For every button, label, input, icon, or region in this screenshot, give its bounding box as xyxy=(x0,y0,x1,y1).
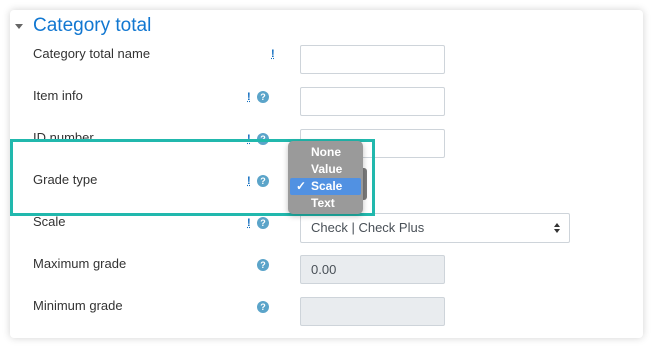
help-icon[interactable]: ? xyxy=(257,259,269,271)
help-icon[interactable]: ? xyxy=(257,91,269,103)
advanced-marker-icon: ! xyxy=(271,48,275,60)
grade-type-option-value[interactable]: Value xyxy=(290,161,361,178)
grade-type-option-none[interactable]: None xyxy=(290,144,361,161)
form-row-maximum-grade: Maximum grade ? 0.00 xyxy=(0,255,663,297)
option-label: Text xyxy=(311,196,335,210)
section-header-category-total[interactable]: Category total xyxy=(15,14,151,38)
select-arrows-icon xyxy=(554,221,560,235)
field-label-item-info: Item info xyxy=(33,88,83,103)
dropdown-edge xyxy=(363,168,367,200)
grade-type-option-text[interactable]: Text xyxy=(290,195,361,212)
form-row-category-total-name: Category total name ! xyxy=(0,45,663,87)
advanced-marker-icon: ! xyxy=(247,217,251,229)
form-row-minimum-grade: Minimum grade ? xyxy=(0,297,663,339)
item-info-input[interactable] xyxy=(300,87,445,116)
field-label-scale: Scale xyxy=(33,214,66,229)
advanced-marker-icon: ! xyxy=(247,91,251,103)
checkmark-icon: ✓ xyxy=(296,179,307,193)
grade-type-dropdown-menu[interactable]: None Value ✓ Scale Text xyxy=(288,141,363,214)
option-label: Value xyxy=(311,162,343,176)
maximum-grade-input[interactable]: 0.00 xyxy=(300,255,445,284)
form-row-scale: Scale ! ? Check | Check Plus xyxy=(0,213,663,255)
section-title: Category total xyxy=(33,15,152,36)
field-label-maximum-grade: Maximum grade xyxy=(33,256,127,271)
option-label: None xyxy=(311,145,341,159)
help-icon[interactable]: ? xyxy=(257,217,269,229)
field-label-category-total-name: Category total name xyxy=(33,46,151,61)
form-row-item-info: Item info ! ? xyxy=(0,87,663,129)
collapse-caret-icon[interactable] xyxy=(15,24,23,29)
minimum-grade-input[interactable] xyxy=(300,297,445,326)
grade-type-option-scale[interactable]: ✓ Scale xyxy=(290,178,361,195)
category-total-name-input[interactable] xyxy=(300,45,445,74)
option-label: Scale xyxy=(311,179,343,193)
scale-select[interactable]: Check | Check Plus xyxy=(300,213,570,243)
scale-select-value: Check | Check Plus xyxy=(311,220,425,235)
help-icon[interactable]: ? xyxy=(257,301,269,313)
field-label-minimum-grade: Minimum grade xyxy=(33,298,123,313)
